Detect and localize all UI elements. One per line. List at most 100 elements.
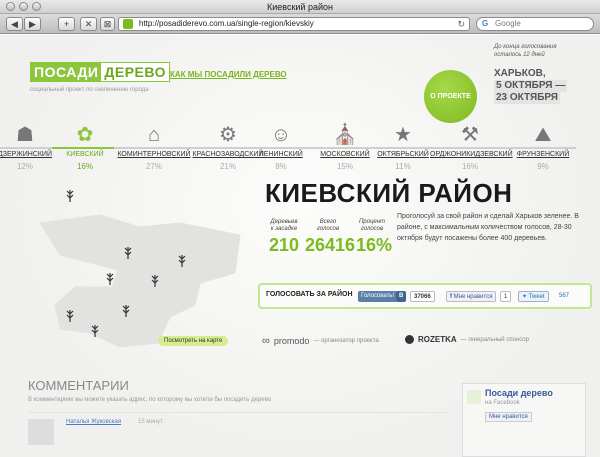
close-window-icon[interactable] <box>6 2 15 11</box>
stat-value: 210 <box>268 235 300 255</box>
comment-author[interactable]: Наталья Жуковская <box>66 419 121 425</box>
event-dates: ХАРЬКОВ, 5 ОКТЯБРЯ — 23 ОКТЯБРЯ <box>494 68 586 104</box>
countdown: До конца голосования осталось 12 дней <box>494 43 590 59</box>
district-name: ЛЕНИНСКИЙ <box>248 147 314 158</box>
vote-panel: ГОЛОСОВАТЬ ЗА РАЙОН Голосовать! В 37066 … <box>258 283 592 309</box>
fb-like-button[interactable]: f Мне нравится <box>446 291 497 302</box>
fb-widget-title[interactable]: Посади дерево <box>485 388 553 398</box>
district-name: ОКТЯБРЬСКИЙ <box>370 147 436 158</box>
region-description: Проголосуй за свой район и сделай Харько… <box>397 213 579 242</box>
organizer[interactable]: ∞ promodo — организатор проекта <box>262 335 379 347</box>
url-text: http://posadiderevo.com.ua/single-region… <box>139 19 314 28</box>
avatar <box>28 419 54 445</box>
stat-label-2: к засадке <box>270 226 298 232</box>
fb-page-icon <box>467 390 481 404</box>
comments-hint: В комментариях вы можете указать адрес, … <box>28 397 272 403</box>
comments-title: КОММЕНТАРИИ <box>28 378 129 393</box>
district-name: ДЗЕРЖИНСКИЙ <box>0 147 58 158</box>
district-name: ФРУНЗЕНСКИЙ <box>510 147 576 158</box>
district-item-7[interactable]: ★ ОКТЯБРЬСКИЙ 11% <box>370 117 436 171</box>
district-percent: 12% <box>16 162 33 171</box>
site-logo[interactable]: ПОСАДИ ДЕРЕВО <box>30 62 171 82</box>
facebook-widget: Посади дерево на Facebook Мне нравится <box>462 383 586 457</box>
window-title: Киевский район <box>267 2 333 12</box>
tagline: социальный проект по озеленению города <box>30 87 149 93</box>
district-percent: 9% <box>537 162 549 171</box>
web-page: ПОСАДИ ДЕРЕВО социальный проект по озеле… <box>0 35 600 457</box>
tweet-button[interactable]: ✦ Tweet <box>518 291 549 302</box>
district-percent: 11% <box>395 162 411 171</box>
district-illustration-icon: ★ <box>394 124 412 146</box>
district-percent: 8% <box>275 162 287 171</box>
district-item-1[interactable]: ☗ ДЗЕРЖИНСКИЙ 12% <box>0 117 58 171</box>
stat-block: Процент голосов 16% <box>356 219 393 256</box>
window-titlebar: Киевский район <box>0 0 600 14</box>
back-button[interactable]: ◀ <box>6 17 23 31</box>
fb-icon: f <box>450 294 452 300</box>
tweet-count: 567 <box>559 293 570 299</box>
district-item-2[interactable]: ✿ КИЕВСКИЙ 16% <box>52 117 118 171</box>
vk-vote-button[interactable]: Голосовать! <box>358 291 398 302</box>
district-shape <box>39 214 241 348</box>
twitter-icon: ✦ <box>522 294 528 300</box>
district-illustration-icon: ⛰ <box>534 124 552 146</box>
favicon-icon <box>123 19 133 29</box>
rozetka-role: — генеральный спонсор <box>460 336 529 343</box>
stop-button[interactable]: ✕ <box>80 17 97 31</box>
search-field[interactable]: G Google <box>476 17 594 31</box>
fb-widget-like-button[interactable]: Мне нравится <box>485 412 532 422</box>
view-on-map-button[interactable]: Посмотреть на карте <box>158 336 229 346</box>
district-name: ОРДЖОНИКИДЗЕВСКИЙ <box>430 147 513 158</box>
fb-widget-subtitle: на Facebook <box>485 400 520 406</box>
promodo-role: — организатор проекта <box>313 338 379 344</box>
rozetka-logo-icon <box>405 335 414 344</box>
comment-time: 15 минут <box>138 419 163 425</box>
district-illustration-icon: ⛪ <box>332 124 358 146</box>
district-percent: 15% <box>336 162 353 171</box>
date-from: 5 ОКТЯБРЯ — <box>494 80 568 92</box>
add-tab-button[interactable]: + <box>58 17 75 31</box>
district-illustration-icon: ⌂ <box>147 124 161 146</box>
forward-button[interactable]: ▶ <box>24 17 41 31</box>
about-project-button[interactable]: О ПРОЕКТЕ <box>424 70 477 123</box>
event-city: ХАРЬКОВ, <box>494 68 546 79</box>
fb-like-count: 1 <box>500 291 512 302</box>
district-item-8[interactable]: ⚒ ОРДЖОНИКИДЗЕВСКИЙ 16% <box>430 117 513 171</box>
stat-label-1: Всего <box>319 219 337 225</box>
countdown-line2: осталось 12 дней <box>494 52 545 58</box>
district-map[interactable] <box>30 175 250 350</box>
minimize-window-icon[interactable] <box>19 2 28 11</box>
vote-label: ГОЛОСОВАТЬ ЗА РАЙОН <box>266 291 353 298</box>
stat-value: 16% <box>356 235 393 255</box>
stat-label-1: Деревьев <box>270 219 298 225</box>
stat-value: 26416 <box>305 235 356 255</box>
reload-icon[interactable]: ↻ <box>457 18 465 30</box>
rss-icon[interactable]: ⊠ <box>100 17 115 31</box>
district-name: КОМИНТЕРНОВСКИЙ <box>114 147 194 158</box>
logo-part2: ДЕРЕВО <box>101 63 170 81</box>
logo-part1: ПОСАДИ <box>31 63 102 81</box>
countdown-line1: До конца голосования <box>494 44 557 50</box>
comment-item: Наталья Жуковская 15 минут <box>28 412 448 452</box>
stat-block: Всего голосов 26416 <box>305 219 356 256</box>
district-percent: 27% <box>145 162 162 171</box>
district-item-6[interactable]: ⛪ МОСКОВСКИЙ 15% <box>312 117 378 171</box>
district-item-3[interactable]: ⌂ КОМИНТЕРНОВСКИЙ 27% <box>114 117 194 171</box>
district-item-5[interactable]: ☺ ЛЕНИНСКИЙ 8% <box>248 117 314 171</box>
tweet-label: Tweet <box>528 294 545 300</box>
region-title: КИЕВСКИЙ РАЙОН <box>265 178 513 208</box>
browser-toolbar: ◀ ▶ + ✕ ⊠ http://posadiderevo.com.ua/sin… <box>0 14 600 34</box>
rozetka-name: ROZETKA <box>418 335 457 344</box>
how-we-planted-link[interactable]: КАК МЫ ПОСАДИЛИ ДЕРЕВО <box>170 70 287 79</box>
date-to: 23 ОКТЯБРЯ <box>494 92 560 104</box>
district-percent: 16% <box>76 162 93 171</box>
promodo-logo-icon: ∞ <box>262 335 270 347</box>
district-item-9[interactable]: ⛰ ФРУНЗЕНСКИЙ 9% <box>510 117 576 171</box>
zoom-window-icon[interactable] <box>32 2 41 11</box>
address-bar[interactable]: http://posadiderevo.com.ua/single-region… <box>118 17 470 31</box>
search-placeholder: Google <box>495 19 521 28</box>
stat-label-1: Процент <box>358 219 386 225</box>
general-sponsor[interactable]: ROZETKA — генеральный спонсор <box>405 335 529 344</box>
google-icon: G <box>482 19 489 28</box>
district-illustration-icon: ☺ <box>270 124 292 146</box>
